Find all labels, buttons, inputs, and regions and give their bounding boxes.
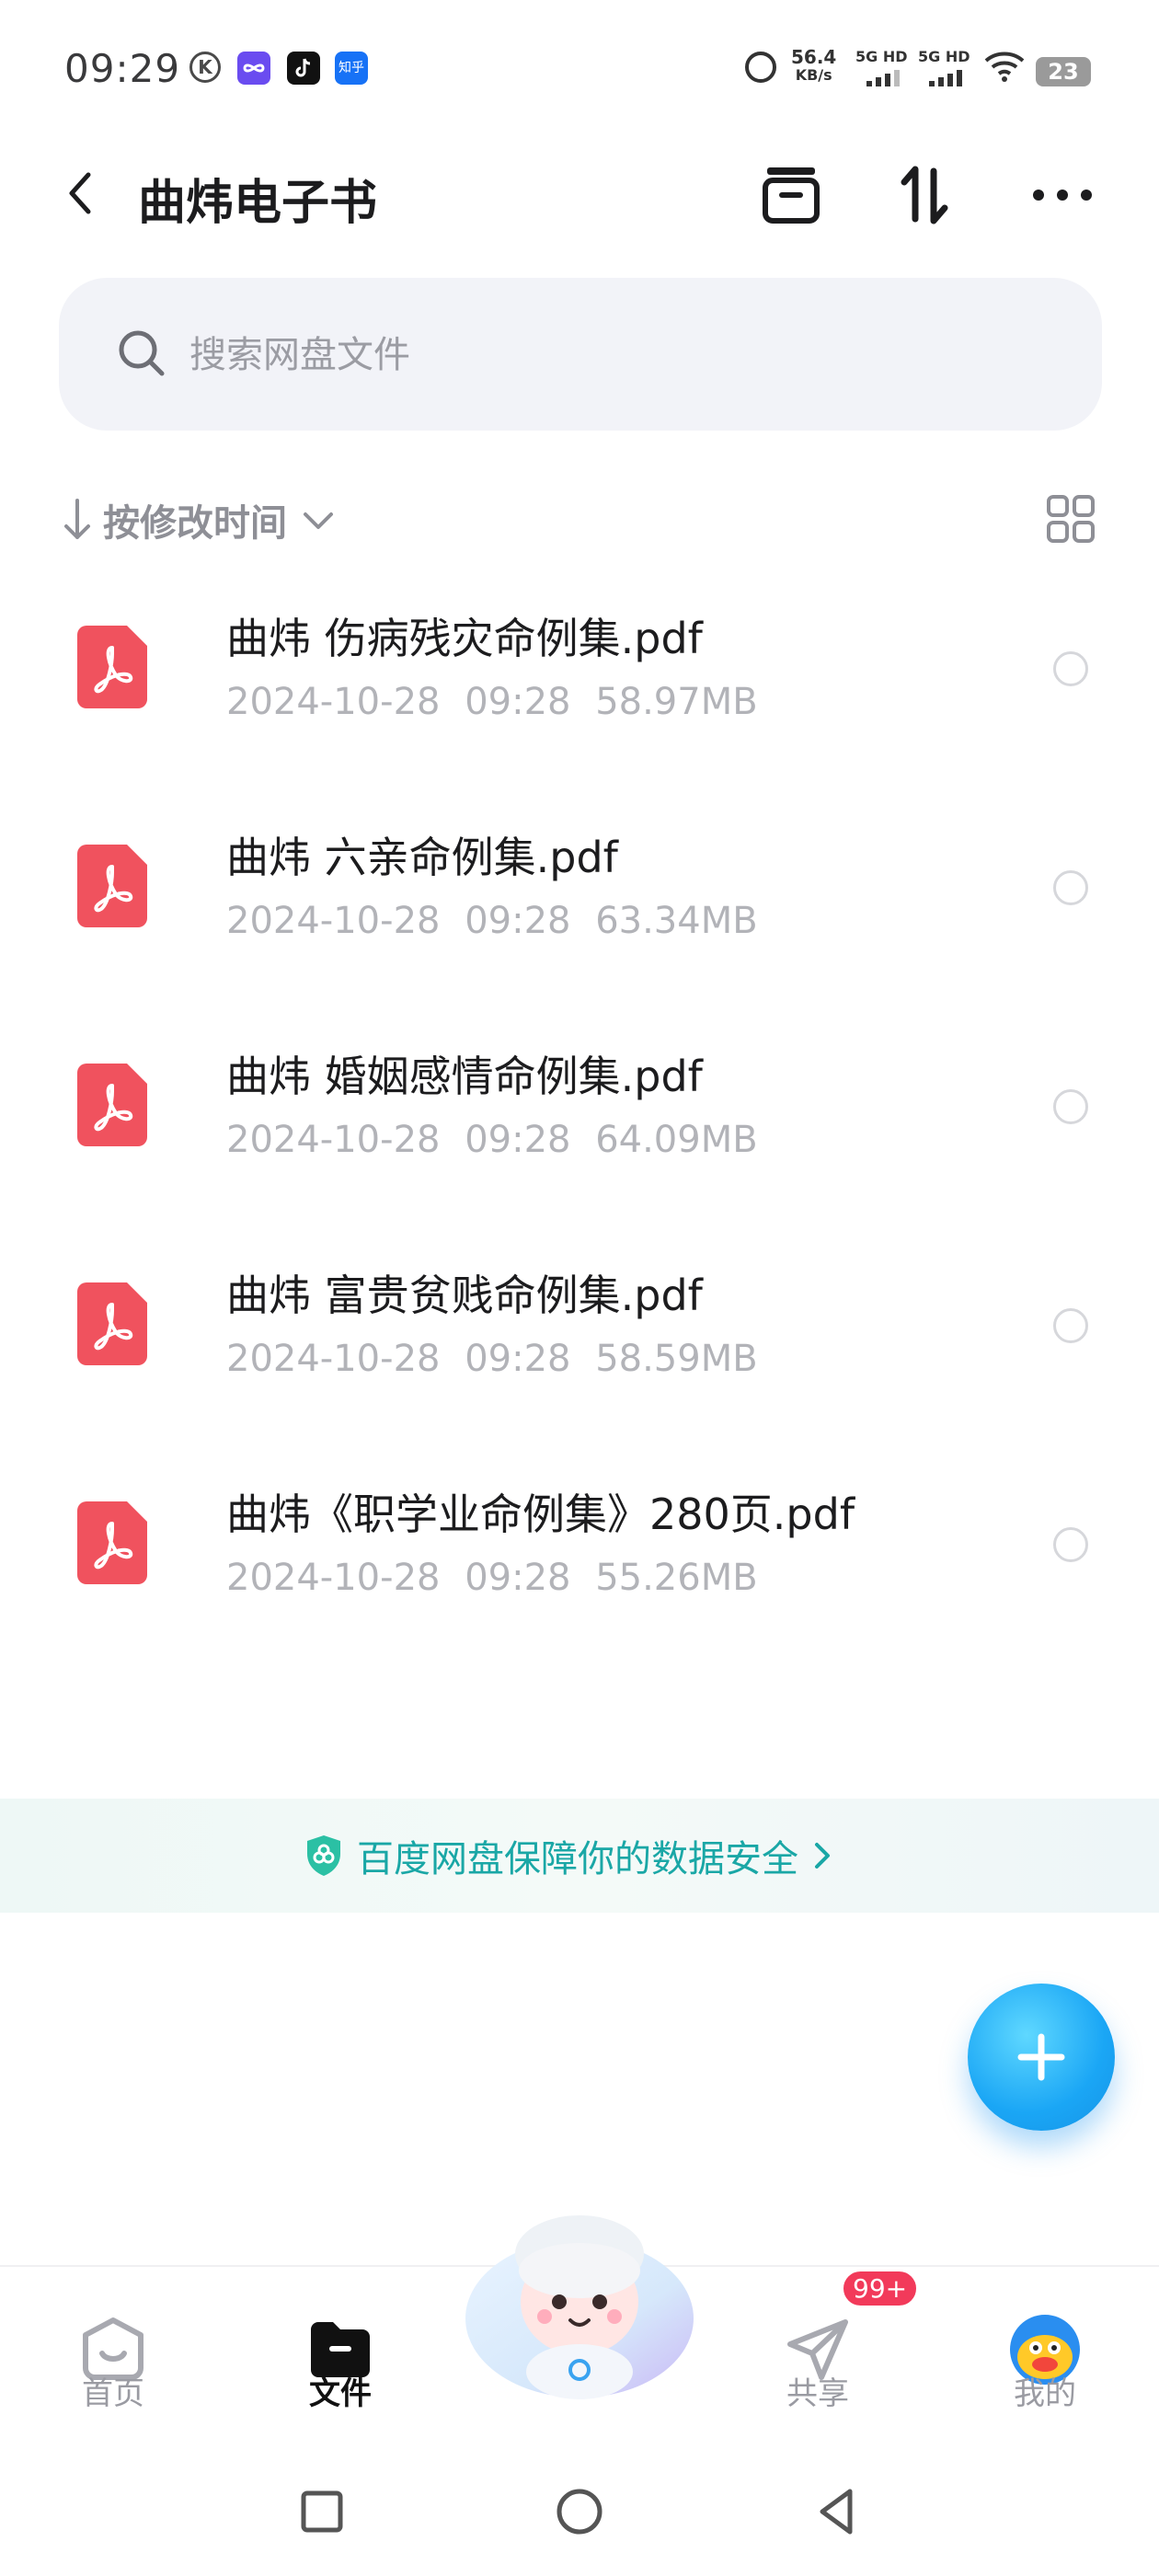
file-row[interactable]: 曲炜《职学业命例集》280页.pdf 2024-10-28 09:28 55.2… [0, 1465, 1159, 1684]
select-radio[interactable] [1053, 1089, 1088, 1124]
file-meta: 2024-10-28 09:28 55.26MB [226, 1557, 758, 1599]
page-title: 曲炜电子书 [138, 176, 378, 231]
archive-icon[interactable] [754, 158, 828, 232]
tab-label: 首页 [82, 2375, 144, 2412]
tab-share[interactable]: 99+ 共享 [735, 2267, 920, 2442]
select-radio[interactable] [1053, 870, 1088, 905]
file-time: 09:28 [465, 900, 571, 942]
notification-badge: 99+ [841, 2269, 920, 2308]
file-row[interactable]: 曲炜 伤病残灾命例集.pdf 2024-10-28 09:28 58.97MB [0, 589, 1159, 808]
plus-icon [1017, 2033, 1065, 2081]
pdf-file-icon [77, 1064, 147, 1146]
file-date: 2024-10-28 [226, 1557, 441, 1599]
back-button[interactable] [809, 2484, 865, 2539]
pdf-file-icon [77, 845, 147, 927]
sim2-signal-icon [929, 70, 962, 86]
mascot-ai-button[interactable] [460, 2199, 699, 2410]
tab-label: 共享 [786, 2375, 849, 2412]
file-time: 09:28 [465, 1557, 571, 1599]
file-meta: 2024-10-28 09:28 63.34MB [226, 900, 758, 942]
file-time: 09:28 [465, 1338, 571, 1380]
safety-banner-text: 百度网盘保障你的数据安全 [357, 1838, 798, 1880]
tiktok-app-icon [287, 52, 320, 85]
chevron-right-icon [815, 1843, 830, 1869]
file-time: 09:28 [465, 1119, 571, 1161]
file-name: 曲炜 六亲命例集.pdf [226, 833, 618, 882]
grid-view-icon[interactable] [1045, 493, 1096, 545]
file-size: 55.26MB [595, 1557, 758, 1599]
file-row[interactable]: 曲炜 婚姻感情命例集.pdf 2024-10-28 09:28 64.09MB [0, 1027, 1159, 1246]
sim1-signal-icon [866, 70, 900, 86]
network-speed-unit: KB/s [795, 66, 832, 84]
add-button[interactable] [968, 1984, 1115, 2131]
file-date: 2024-10-28 [226, 681, 441, 723]
pdf-file-icon [77, 1501, 147, 1584]
file-row[interactable]: 曲炜 六亲命例集.pdf 2024-10-28 09:28 63.34MB [0, 808, 1159, 1027]
file-size: 63.34MB [595, 900, 758, 942]
file-name: 曲炜 婚姻感情命例集.pdf [226, 1052, 703, 1101]
more-icon[interactable] [1026, 158, 1099, 232]
select-radio[interactable] [1053, 1308, 1088, 1343]
file-meta: 2024-10-28 09:28 64.09MB [226, 1119, 758, 1161]
recents-button[interactable] [294, 2484, 350, 2539]
file-meta: 2024-10-28 09:28 58.59MB [226, 1338, 758, 1380]
file-meta: 2024-10-28 09:28 58.97MB [226, 681, 758, 723]
chevron-down-icon [304, 512, 333, 529]
system-nav-bar [0, 2447, 1159, 2576]
pdf-file-icon [77, 626, 147, 708]
infinity-app-icon [237, 52, 270, 85]
network-speed-value: 56.4 [791, 46, 837, 68]
select-radio[interactable] [1053, 651, 1088, 686]
file-date: 2024-10-28 [226, 1119, 441, 1161]
tab-files[interactable]: 文件 [258, 2267, 423, 2442]
sort-icon[interactable] [888, 158, 961, 232]
sort-selector[interactable]: 按修改时间 [61, 488, 339, 552]
pdf-file-icon [77, 1282, 147, 1365]
file-name: 曲炜《职学业命例集》280页.pdf [226, 1489, 855, 1539]
file-date: 2024-10-28 [226, 900, 441, 942]
k-app-icon: K [189, 52, 221, 83]
network-speed: 56.4 KB/s [791, 48, 836, 85]
sort-label: 按修改时间 [103, 502, 287, 545]
tab-label: 我的 [1014, 2375, 1076, 2412]
tab-home[interactable]: 首页 [30, 2267, 196, 2442]
select-radio[interactable] [1053, 1527, 1088, 1562]
status-time: 09:29 [64, 46, 181, 91]
tab-mine[interactable]: 我的 [962, 2267, 1128, 2442]
alarm-icon [745, 52, 776, 83]
file-size: 64.09MB [595, 1119, 758, 1161]
search-input[interactable] [188, 322, 1019, 388]
file-size: 58.97MB [595, 681, 758, 723]
tab-label: 文件 [309, 2375, 372, 2412]
file-name: 曲炜 富贵贫贱命例集.pdf [226, 1271, 703, 1320]
home-button[interactable] [552, 2484, 607, 2539]
sim2-label: 5G HD [918, 48, 970, 65]
file-list: 曲炜 伤病残灾命例集.pdf 2024-10-28 09:28 58.97MB … [0, 589, 1159, 1684]
header: 曲炜电子书 [0, 147, 1159, 239]
file-size: 58.59MB [595, 1338, 758, 1380]
file-row[interactable]: 曲炜 富贵贫贱命例集.pdf 2024-10-28 09:28 58.59MB [0, 1246, 1159, 1465]
back-icon[interactable] [55, 166, 110, 221]
file-name: 曲炜 伤病残灾命例集.pdf [226, 614, 703, 663]
zhihu-app-icon: 知乎 [335, 52, 368, 85]
file-date: 2024-10-28 [226, 1338, 441, 1380]
battery-icon: 23 [1036, 57, 1091, 86]
shield-icon [307, 1835, 340, 1876]
file-time: 09:28 [465, 681, 571, 723]
data-safety-banner[interactable]: 百度网盘保障你的数据安全 [0, 1799, 1159, 1913]
status-bar: 09:29 K 知乎 56.4 KB/s 5G HD 5G HD 23 [0, 0, 1159, 138]
sim1-label: 5G HD [855, 48, 908, 65]
search-icon [119, 330, 165, 376]
search-bar[interactable] [59, 278, 1102, 431]
wifi-icon [984, 52, 1025, 82]
arrow-down-icon [64, 499, 90, 539]
